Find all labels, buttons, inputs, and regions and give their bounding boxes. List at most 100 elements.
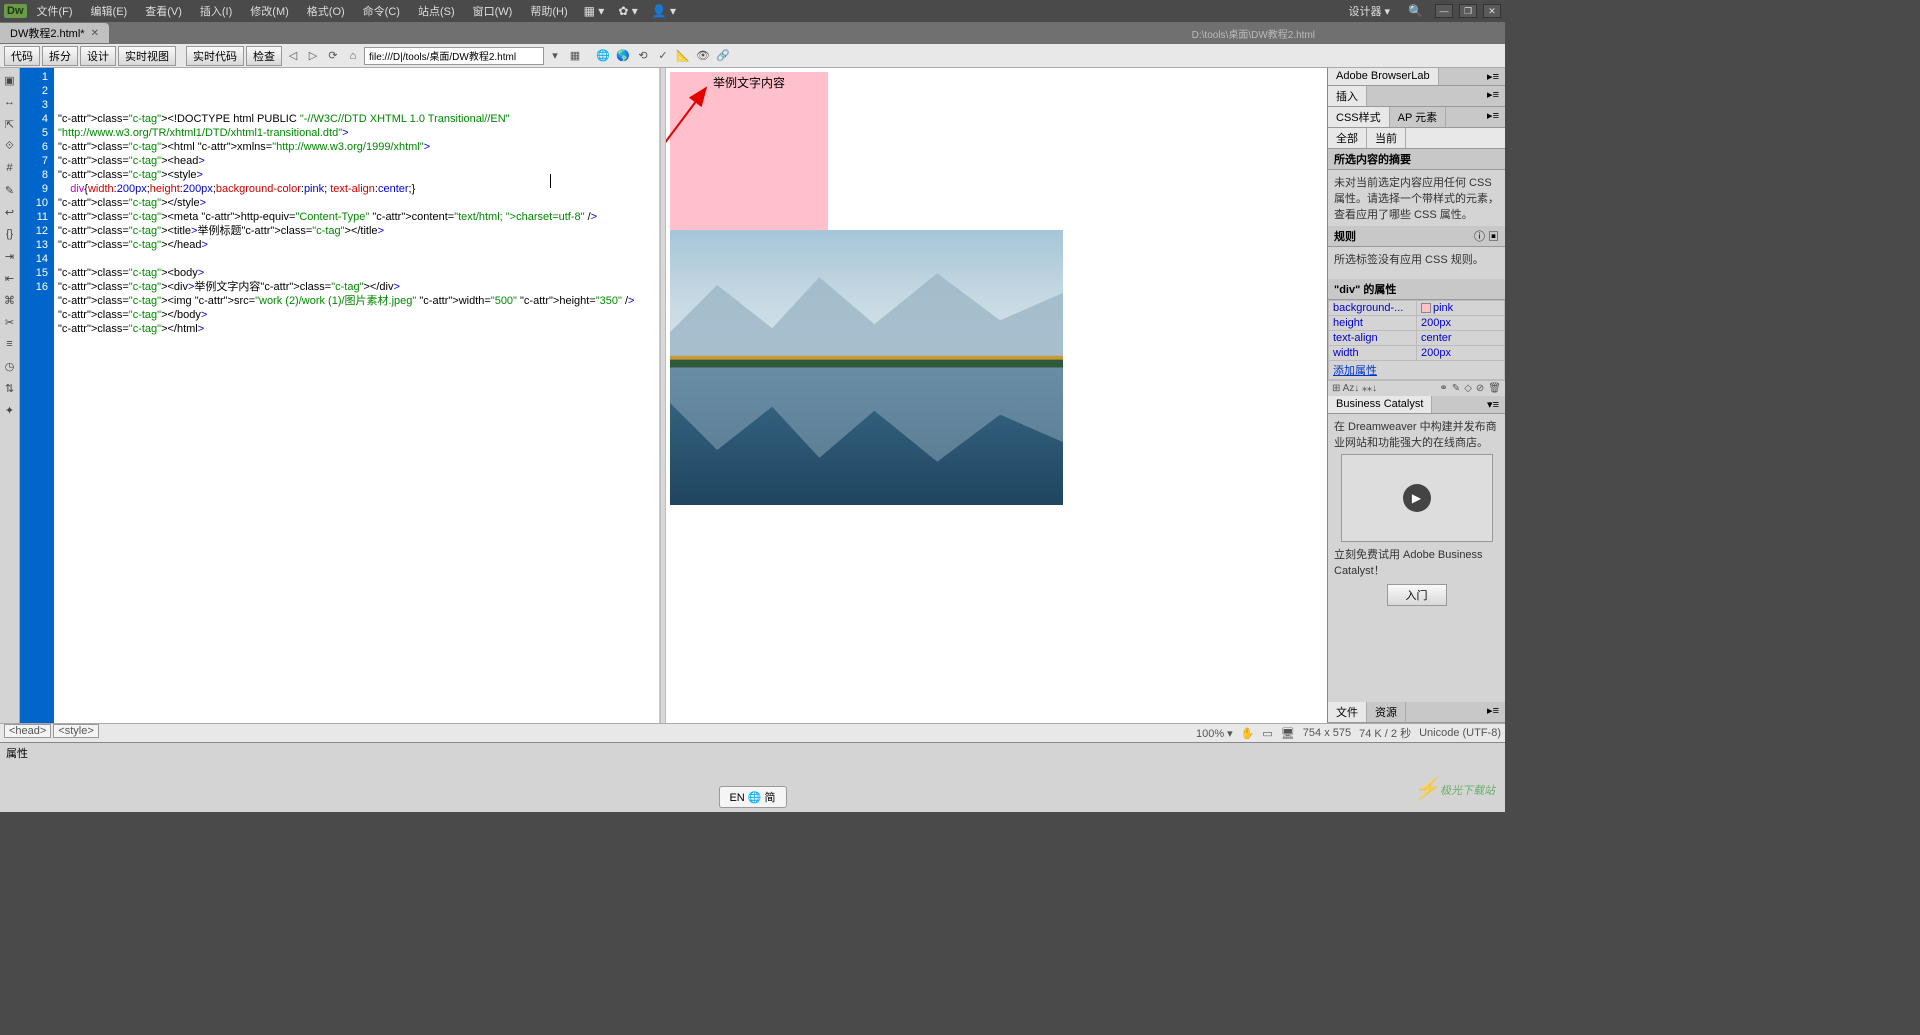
move-icon[interactable]: ⇅ <box>2 380 18 396</box>
panel-expand-icon[interactable]: ▸≡ <box>1481 107 1505 127</box>
menu-insert[interactable]: 插入(I) <box>192 1 240 21</box>
tag-crumb-head[interactable]: <head> <box>4 724 51 738</box>
url-dropdown-icon[interactable]: ▾ <box>546 47 564 65</box>
menu-site[interactable]: 站点(S) <box>410 1 463 21</box>
prop-row[interactable]: width200px <box>1329 346 1505 361</box>
az-sort-icon[interactable]: ⊞ Aᴢ↓ ⁎⁎↓ <box>1332 383 1377 394</box>
comment-icon[interactable]: ⌘ <box>2 292 18 308</box>
home-icon[interactable]: ⌂ <box>344 47 362 65</box>
link-css-icon[interactable]: ⚭ <box>1439 383 1447 394</box>
new-rule-icon[interactable]: ✎ <box>1452 383 1460 394</box>
menu-help[interactable]: 帮助(H) <box>522 1 575 21</box>
preview-image[interactable] <box>670 230 1063 505</box>
globe-icon[interactable]: 🌐 <box>594 47 612 65</box>
panel-expand-icon[interactable]: ▸≡ <box>1481 68 1505 85</box>
sync-icon[interactable]: ⟲ <box>634 47 652 65</box>
options-icon[interactable]: ▦ <box>566 47 584 65</box>
outdent-icon[interactable]: ⇤ <box>2 270 18 286</box>
summary-header: 所选内容的摘要 <box>1328 149 1505 170</box>
bc-start-button[interactable]: 入门 <box>1387 584 1447 606</box>
word-wrap-icon[interactable]: ↩ <box>2 204 18 220</box>
selection-tool-icon[interactable]: ▭ <box>1262 727 1272 740</box>
live-view-button[interactable]: 实时视图 <box>118 46 176 66</box>
split-view-button[interactable]: 拆分 <box>42 46 78 66</box>
css-scope-current[interactable]: 当前 <box>1367 128 1406 148</box>
prop-row[interactable]: height200px <box>1329 316 1505 331</box>
panel-expand-icon[interactable]: ▾≡ <box>1481 396 1505 413</box>
min-button[interactable]: — <box>1435 4 1453 18</box>
expand-icon[interactable]: ↔ <box>2 94 18 110</box>
panel-tab-css[interactable]: CSS样式 <box>1328 107 1390 127</box>
design-view-button[interactable]: 设计 <box>80 46 116 66</box>
wand-icon[interactable]: ✦ <box>2 402 18 418</box>
zoom-level[interactable]: 100% ▾ <box>1196 727 1233 740</box>
highlight-icon[interactable]: ✎ <box>2 182 18 198</box>
file-tab[interactable]: DW教程2.html* ✕ <box>0 23 109 43</box>
tag-crumb-style[interactable]: <style> <box>53 724 98 738</box>
layout-icon[interactable]: ▦ ▾ <box>578 2 611 20</box>
indent-icon[interactable]: ⇥ <box>2 248 18 264</box>
inspect-button[interactable]: 检查 <box>246 46 282 66</box>
format-icon[interactable]: ≡ <box>2 336 18 352</box>
close-icon[interactable]: ✕ <box>91 28 99 39</box>
app-logo: Dw <box>4 4 27 18</box>
back-icon[interactable]: ◁ <box>284 47 302 65</box>
menu-format[interactable]: 格式(O) <box>299 1 353 21</box>
search-icon[interactable]: 🔍 <box>1402 2 1429 20</box>
info-icon[interactable]: ⓘ ▣ <box>1474 228 1499 244</box>
close-button[interactable]: ✕ <box>1483 4 1501 18</box>
panel-tab-browserlab[interactable]: Adobe BrowserLab <box>1328 68 1439 85</box>
disable-icon[interactable]: ⊘ <box>1476 383 1484 394</box>
refresh-icon[interactable]: ⟳ <box>324 47 342 65</box>
recent-icon[interactable]: ◷ <box>2 358 18 374</box>
menu-commands[interactable]: 命令(C) <box>355 1 408 21</box>
design-preview[interactable]: 举例文字内容 <box>666 68 1327 723</box>
menu-edit[interactable]: 编辑(E) <box>83 1 136 21</box>
workspace-switcher[interactable]: 设计器 ▾ <box>1348 3 1390 19</box>
extension-icon[interactable]: ✿ ▾ <box>612 2 643 20</box>
user-icon[interactable]: 👤 ▾ <box>646 2 682 20</box>
preview-icon[interactable]: 🌎 <box>614 47 632 65</box>
syntax-icon[interactable]: {} <box>2 226 18 242</box>
add-property-link[interactable]: 添加属性 <box>1333 365 1377 377</box>
url-input[interactable] <box>364 47 544 65</box>
ime-indicator[interactable]: EN 🌐 简 <box>718 786 786 808</box>
edit-icon[interactable]: ◇ <box>1464 383 1472 394</box>
line-numbers-icon[interactable]: # <box>2 160 18 176</box>
live-code-button[interactable]: 实时代码 <box>186 46 244 66</box>
prop-row[interactable]: text-aligncenter <box>1329 331 1505 346</box>
delete-icon[interactable]: 🗑 <box>1488 383 1501 394</box>
balance-icon[interactable]: ⟐ <box>2 138 18 154</box>
panel-tab-assets[interactable]: 资源 <box>1367 702 1406 722</box>
device-icon[interactable]: 🖥 <box>1281 727 1295 740</box>
css-scope-all[interactable]: 全部 <box>1328 128 1367 148</box>
menu-file[interactable]: 文件(F) <box>29 1 81 21</box>
collapse-icon[interactable]: ▣ <box>2 72 18 88</box>
properties-title: 属性 <box>6 745 1499 761</box>
max-button[interactable]: ❐ <box>1459 4 1477 18</box>
flash-icon: ⚡ <box>1413 776 1440 801</box>
hand-tool-icon[interactable]: ✋ <box>1241 727 1255 740</box>
menu-modify[interactable]: 修改(M) <box>242 1 297 21</box>
forward-icon[interactable]: ▷ <box>304 47 322 65</box>
panel-expand-icon[interactable]: ▸≡ <box>1481 702 1505 722</box>
select-parent-icon[interactable]: ⇱ <box>2 116 18 132</box>
validate-icon[interactable]: ✓ <box>654 47 672 65</box>
code-editor[interactable]: "c-attr">class="c-tag"><!DOCTYPE html PU… <box>54 68 659 723</box>
visual-aids-icon[interactable]: 👁 <box>694 47 712 65</box>
ruler-icon[interactable]: 📐 <box>674 47 692 65</box>
panel-tab-bc[interactable]: Business Catalyst <box>1328 396 1432 413</box>
link-icon[interactable]: 🔗 <box>714 47 732 65</box>
menu-window[interactable]: 窗口(W) <box>465 1 521 21</box>
code-view-button[interactable]: 代码 <box>4 46 40 66</box>
panel-tab-files[interactable]: 文件 <box>1328 702 1367 722</box>
snippet-icon[interactable]: ✂ <box>2 314 18 330</box>
panel-tab-ap[interactable]: AP 元素 <box>1390 107 1447 127</box>
panel-tab-insert[interactable]: 插入 <box>1328 86 1367 106</box>
prop-row[interactable]: background-...pink <box>1329 301 1505 316</box>
bc-video-thumbnail[interactable]: ▶ <box>1341 454 1493 542</box>
preview-div-box[interactable]: 举例文字内容 <box>670 72 828 230</box>
menu-view[interactable]: 查看(V) <box>137 1 190 21</box>
viewport-size[interactable]: 754 x 575 <box>1303 727 1351 739</box>
panel-expand-icon[interactable]: ▸≡ <box>1481 86 1505 106</box>
